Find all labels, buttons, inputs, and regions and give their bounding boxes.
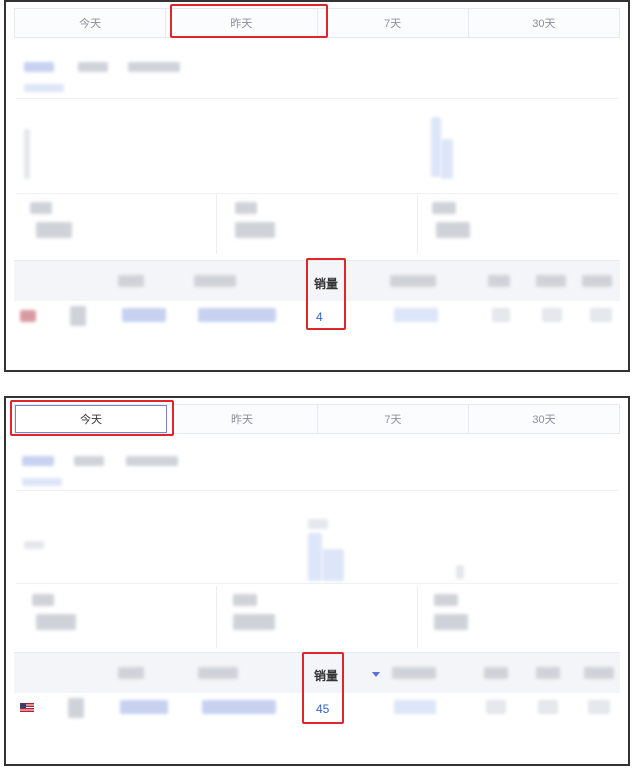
blurred-column-header	[194, 275, 236, 287]
tab-today[interactable]: 今天	[15, 9, 167, 37]
blurred-label	[128, 62, 180, 72]
blurred-column-header	[582, 275, 612, 287]
blurred-stat	[233, 614, 275, 630]
blurred-label	[74, 456, 104, 466]
blurred-chart-line	[308, 533, 322, 581]
blurred-column-header	[484, 667, 508, 679]
tab-30-days[interactable]: 30天	[469, 405, 619, 433]
blurred-stat	[233, 594, 257, 606]
blurred-cell	[486, 700, 506, 714]
us-flag-icon	[20, 310, 36, 322]
tab-30-days[interactable]: 30天	[469, 9, 619, 37]
blurred-link[interactable]	[198, 308, 276, 322]
highlight-sales-column	[306, 258, 346, 330]
blurred-stat	[432, 202, 456, 214]
blurred-stat	[30, 202, 52, 214]
highlight-sales-column	[302, 652, 344, 724]
blurred-column-header	[390, 275, 436, 287]
blurred-column-header	[488, 275, 510, 287]
blurred-column-header	[536, 667, 560, 679]
blurred-cell	[588, 700, 610, 714]
blurred-column-header	[118, 275, 144, 287]
blurred-stat	[32, 594, 54, 606]
stat-card	[217, 194, 418, 254]
blurred-label	[24, 62, 54, 72]
blurred-column-header	[392, 667, 436, 679]
blurred-stat	[235, 202, 257, 214]
blurred-link[interactable]	[202, 700, 276, 714]
screenshot-today: 今天 昨天 7天 30天 销量 45	[4, 396, 630, 766]
blurred-chart-line	[456, 565, 464, 579]
blurred-label	[22, 456, 54, 466]
blurred-column-header	[118, 667, 144, 679]
blurred-cell	[394, 700, 436, 714]
blurred-cell	[538, 700, 558, 714]
us-flag-icon	[20, 703, 34, 712]
blurred-cell	[70, 306, 86, 326]
blurred-label	[78, 62, 108, 72]
stat-card	[217, 586, 418, 648]
blurred-cell	[542, 308, 562, 322]
screenshot-yesterday: 今天 昨天 7天 30天 销量 4	[4, 0, 630, 372]
blurred-stat	[235, 222, 275, 238]
blurred-stat	[434, 594, 458, 606]
tab-yesterday[interactable]: 昨天	[167, 405, 318, 433]
trend-chart-area	[16, 98, 618, 194]
stat-card	[16, 586, 217, 648]
blurred-cell	[492, 308, 510, 322]
blurred-chart-line	[322, 549, 344, 581]
blurred-stat	[434, 614, 468, 630]
blurred-cell	[394, 308, 438, 322]
blurred-cell	[68, 698, 84, 718]
trend-chart-area	[16, 490, 618, 584]
highlight-yesterday-tab	[170, 4, 328, 38]
summary-stats	[16, 586, 618, 648]
blurred-column-header	[536, 275, 566, 287]
blurred-column-header	[198, 667, 238, 679]
blurred-label	[24, 84, 64, 92]
blurred-chart-line	[431, 117, 441, 177]
blurred-column-header	[584, 667, 614, 679]
summary-stats	[16, 194, 618, 254]
blurred-link[interactable]	[122, 308, 166, 322]
blurred-label	[126, 456, 178, 466]
sort-desc-icon[interactable]	[372, 672, 380, 677]
stat-card	[418, 586, 618, 648]
tab-7-days[interactable]: 7天	[318, 405, 469, 433]
stat-card	[16, 194, 217, 254]
highlight-today-tab	[10, 400, 174, 436]
blurred-stat	[36, 222, 72, 238]
tab-7-days[interactable]: 7天	[318, 9, 469, 37]
blurred-axis	[24, 541, 44, 549]
stat-card	[418, 194, 618, 254]
blurred-stat	[36, 614, 76, 630]
blurred-label	[22, 478, 62, 486]
blurred-link[interactable]	[120, 700, 168, 714]
blurred-chart-line	[441, 139, 453, 179]
blurred-axis	[308, 519, 328, 529]
blurred-stat	[436, 222, 470, 238]
blurred-cell	[590, 308, 612, 322]
blurred-axis	[24, 129, 30, 179]
